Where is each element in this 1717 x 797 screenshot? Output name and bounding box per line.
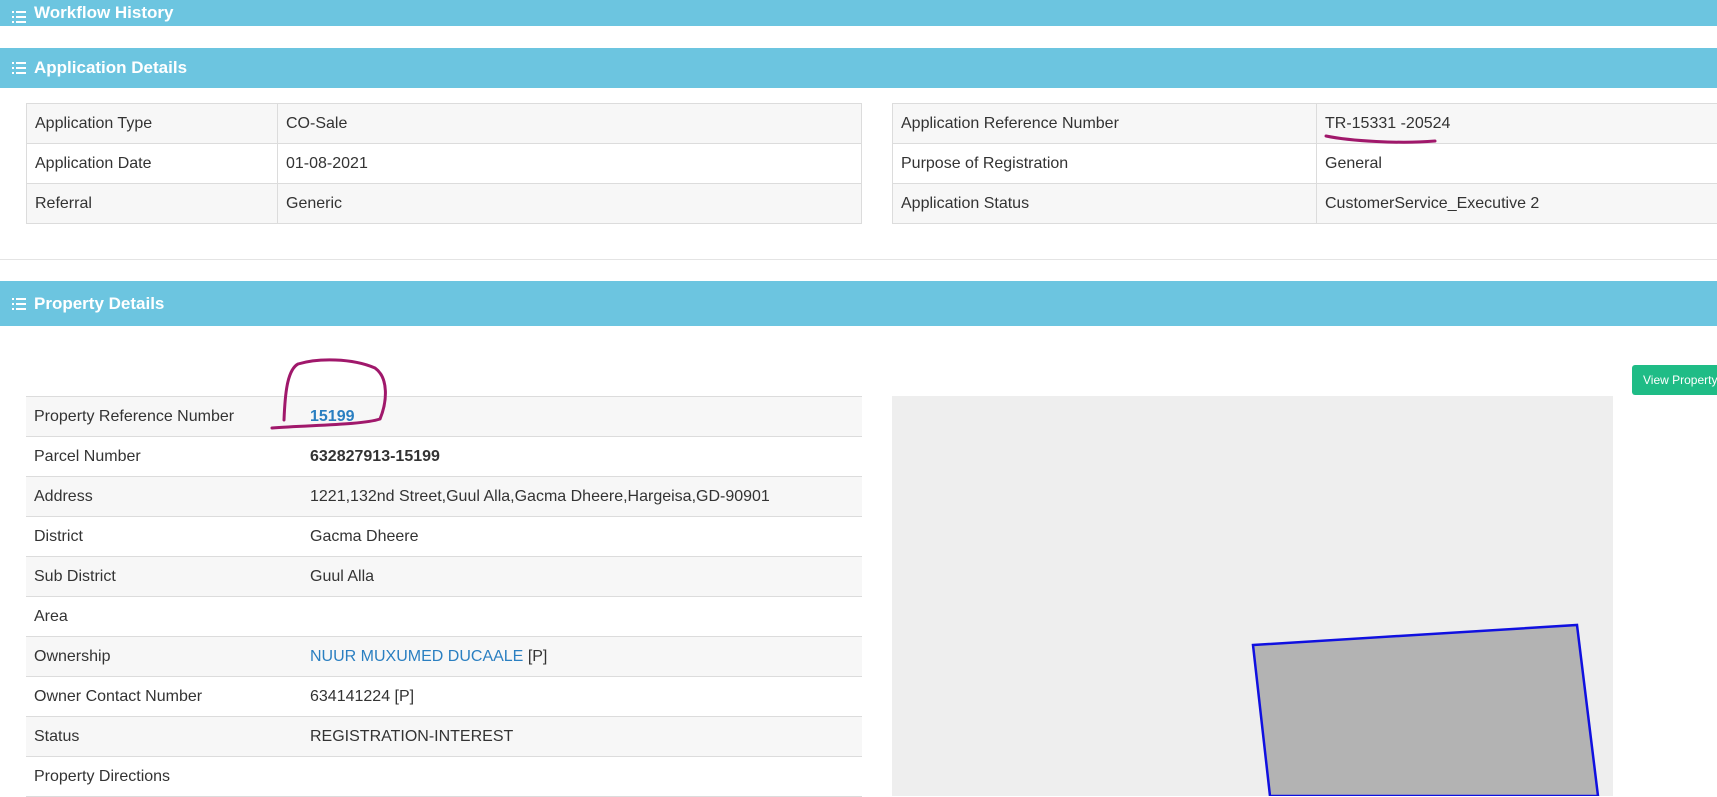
section-title: Application Details bbox=[34, 58, 187, 78]
application-details-header[interactable]: Application Details bbox=[0, 48, 1717, 88]
property-reference-link[interactable]: 15199 bbox=[310, 408, 355, 425]
table-row: Purpose of Registration General bbox=[893, 144, 1717, 184]
ownership-value: NUUR MUXUMED DUCAALE [P] bbox=[290, 637, 862, 677]
table-row: Status REGISTRATION-INTEREST bbox=[26, 717, 862, 757]
table-row: Parcel Number 632827913-15199 bbox=[26, 437, 862, 477]
property-details-header[interactable]: Property Details bbox=[0, 281, 1717, 326]
table-row: Ownership NUUR MUXUMED DUCAALE [P] bbox=[26, 637, 862, 677]
table-row: Sub District Guul Alla bbox=[26, 557, 862, 597]
table-row: Application Reference Number TR-15331 -2… bbox=[893, 104, 1717, 144]
table-row: Application Status CustomerService_Execu… bbox=[893, 184, 1717, 224]
field-label: Application Type bbox=[27, 104, 278, 144]
table-row: Application Type CO-Sale bbox=[27, 104, 862, 144]
list-icon bbox=[12, 62, 26, 74]
field-value: CO-Sale bbox=[278, 104, 862, 144]
field-label: District bbox=[26, 517, 290, 557]
field-label: Sub District bbox=[26, 557, 290, 597]
field-label: Property Directions bbox=[26, 757, 290, 797]
field-label: Application Date bbox=[27, 144, 278, 184]
table-row: Referral Generic bbox=[27, 184, 862, 224]
field-value: Generic bbox=[278, 184, 862, 224]
view-property-button[interactable]: View Property bbox=[1632, 365, 1717, 395]
owner-type-badge: [P] bbox=[528, 648, 548, 665]
workflow-history-header[interactable]: Workflow History bbox=[0, 0, 1717, 26]
field-label: Referral bbox=[27, 184, 278, 224]
field-value: TR-15331 -20524 bbox=[1317, 104, 1717, 144]
field-label: Owner Contact Number bbox=[26, 677, 290, 717]
sub-district-value: Guul Alla bbox=[290, 557, 862, 597]
field-label: Status bbox=[26, 717, 290, 757]
field-label: Purpose of Registration bbox=[893, 144, 1317, 184]
section-divider bbox=[0, 259, 1717, 260]
section-title: Workflow History bbox=[34, 3, 173, 23]
property-directions-value bbox=[290, 757, 862, 797]
table-row: District Gacma Dheere bbox=[26, 517, 862, 557]
parcel-polygon[interactable] bbox=[1253, 625, 1598, 796]
property-details-table: Property Reference Number 15199 Parcel N… bbox=[26, 396, 862, 797]
field-label: Address bbox=[26, 477, 290, 517]
field-value: CustomerService_Executive 2 bbox=[1317, 184, 1717, 224]
owner-name-link[interactable]: NUUR MUXUMED DUCAALE bbox=[310, 648, 523, 665]
field-label: Area bbox=[26, 597, 290, 637]
application-details-right-table: Application Reference Number TR-15331 -2… bbox=[892, 103, 1717, 224]
area-value bbox=[290, 597, 862, 637]
table-row: Property Reference Number 15199 bbox=[26, 397, 862, 437]
district-value: Gacma Dheere bbox=[290, 517, 862, 557]
table-row: Address 1221,132nd Street,Guul Alla,Gacm… bbox=[26, 477, 862, 517]
address-value: 1221,132nd Street,Guul Alla,Gacma Dheere… bbox=[290, 477, 862, 517]
status-value: REGISTRATION-INTEREST bbox=[290, 717, 862, 757]
property-map[interactable] bbox=[892, 396, 1613, 796]
table-row: Owner Contact Number 634141224 [P] bbox=[26, 677, 862, 717]
field-label: Ownership bbox=[26, 637, 290, 677]
owner-contact-value: 634141224 [P] bbox=[290, 677, 862, 717]
parcel-number-value: 632827913-15199 bbox=[290, 437, 862, 477]
field-label: Application Reference Number bbox=[893, 104, 1317, 144]
table-row: Area bbox=[26, 597, 862, 637]
table-row: Property Directions bbox=[26, 757, 862, 797]
table-row: Application Date 01-08-2021 bbox=[27, 144, 862, 184]
list-icon bbox=[12, 11, 26, 23]
application-details-left-table: Application Type CO-Sale Application Dat… bbox=[26, 103, 862, 224]
field-label: Application Status bbox=[893, 184, 1317, 224]
field-label: Parcel Number bbox=[26, 437, 290, 477]
section-title: Property Details bbox=[34, 294, 164, 314]
list-icon bbox=[12, 298, 26, 310]
field-label: Property Reference Number bbox=[26, 397, 290, 437]
map-canvas bbox=[892, 396, 1613, 796]
field-value: 01-08-2021 bbox=[278, 144, 862, 184]
field-value: General bbox=[1317, 144, 1717, 184]
